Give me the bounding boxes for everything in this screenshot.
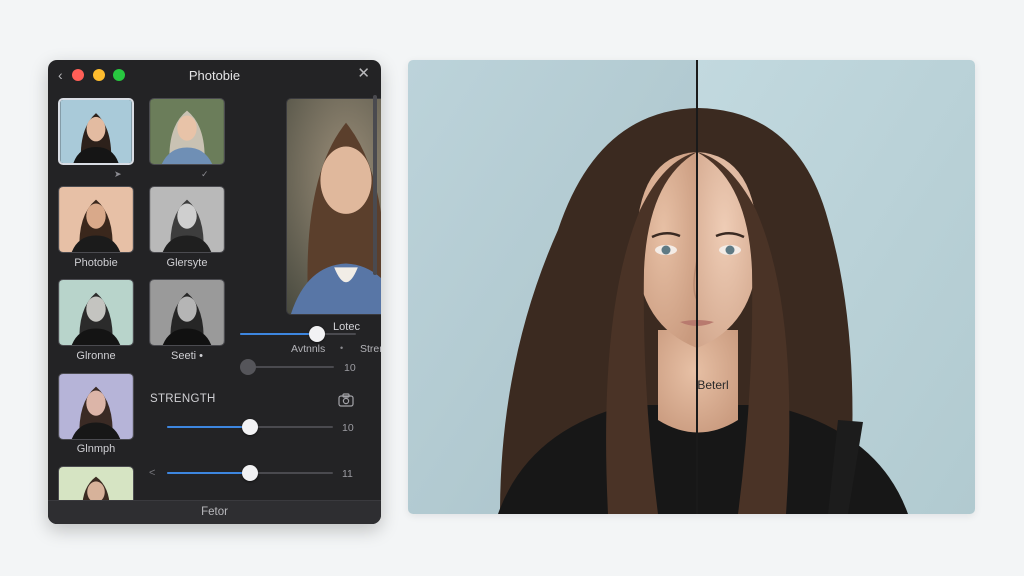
slider-knob[interactable] [242,419,258,435]
camera-icon[interactable] [338,393,354,407]
comparison-label: Beterl [697,378,729,392]
slider-3-value: 11 [342,468,353,480]
portrait-thumbnail-image [59,280,133,345]
portrait-photo [408,60,975,514]
slider-knob[interactable] [308,326,325,342]
tab-separator: • [340,343,344,353]
filter-thumbnail-3[interactable] [58,186,134,253]
slider-track [248,366,334,368]
chevron-left-icon[interactable]: < [149,467,155,479]
scrollbar[interactable] [373,95,377,275]
filter-preview[interactable] [286,98,381,315]
preview-portrait-image [287,99,381,314]
slider-fill [240,333,317,335]
portrait-thumbnail-image [150,280,224,345]
tab-strengyt[interactable]: Strengyt [360,343,381,355]
portrait-thumbnail-image [150,99,224,164]
comparison-divider[interactable] [696,60,698,514]
before-after-comparison[interactable]: Beterl [408,60,975,514]
close-icon[interactable]: ✕ [357,66,370,82]
thumbnail-4-label: Glersyte [166,257,208,269]
filter-thumbnail-6[interactable] [149,279,225,346]
portrait-thumbnail-image [60,100,132,163]
slider-knob[interactable] [242,465,258,481]
filter-thumbnail-2[interactable] [149,98,225,165]
thumbnail-2-check-icon: ✓ [201,169,209,179]
portrait-thumbnail-image [150,187,224,252]
adjustment-slider-3[interactable] [167,465,333,481]
thumbnail-3-label: Photobie [74,257,118,269]
slider-fill [167,426,250,428]
thumbnail-7-label: Glnmph [76,443,116,455]
adjustment-slider-1[interactable] [240,326,356,342]
filter-thumbnail-1[interactable] [58,98,134,165]
photo-app-window: ‹ Photobie ✕ ➤ ✓ Photobie Glersyte Glron… [48,60,381,524]
portrait-thumbnail-image [59,374,133,439]
adjustment-slider-2[interactable] [240,359,334,375]
strength-heading: STRENGTH [150,393,216,405]
thumbnail-5-label: Glronne [76,350,116,362]
titlebar: ‹ Photobie ✕ [48,60,381,90]
tab-avtnnls[interactable]: Avtnnls [291,343,325,355]
slider-knob[interactable] [240,359,256,375]
filter-thumbnail-4[interactable] [149,186,225,253]
slider-fill [167,472,250,474]
filter-thumbnail-5[interactable] [58,279,134,346]
portrait-thumbnail-image [59,187,133,252]
thumbnail-1-mark: ➤ [114,169,122,179]
footer-bar[interactable]: Fetor [48,500,381,524]
window-title: Photobie [188,68,241,83]
strength-value: 10 [342,422,354,434]
thumbnail-6-label: Seeti • [171,350,203,362]
strength-slider[interactable] [167,419,333,435]
filter-thumbnail-7[interactable] [58,373,134,440]
slider-2-value: 10 [344,362,356,374]
